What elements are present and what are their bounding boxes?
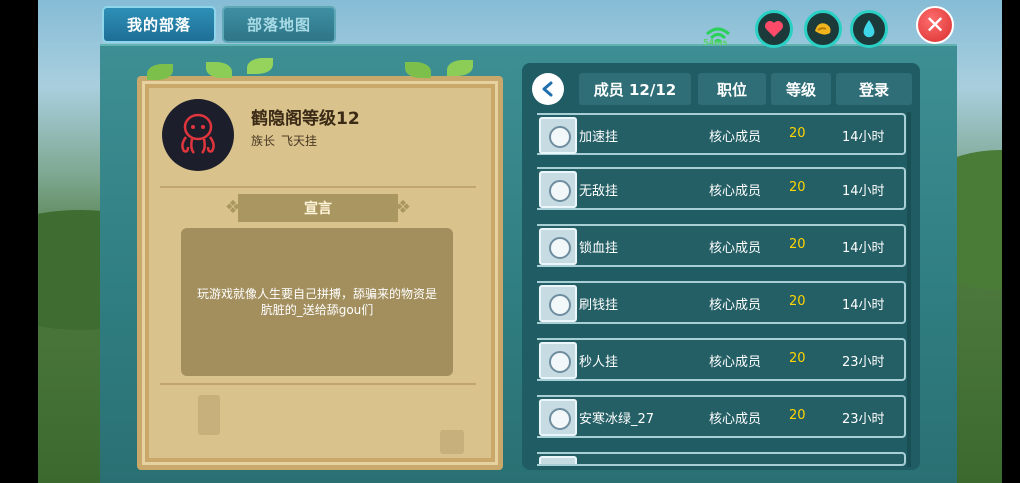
member-row[interactable]: 锁血挂 核心成员 20 14小时	[537, 224, 906, 267]
member-avatar	[539, 228, 577, 265]
member-avatar	[539, 399, 577, 436]
food-icon	[815, 23, 831, 35]
heart-icon	[765, 21, 783, 37]
member-row-partial[interactable]	[537, 452, 906, 466]
octopus-icon	[181, 113, 215, 154]
member-row[interactable]: 秒人挂 核心成员 20 23小时	[537, 338, 906, 381]
divider	[160, 186, 476, 188]
member-level: 20	[789, 237, 806, 252]
member-level: 20	[789, 408, 806, 423]
stone-decoration	[198, 395, 220, 435]
divider	[160, 383, 476, 385]
member-role: 核心成员	[709, 355, 762, 370]
member-role: 核心成员	[709, 412, 762, 427]
member-name: 安寒冰绿_27	[579, 412, 655, 427]
member-role: 核心成员	[709, 241, 762, 256]
member-name: 加速挂	[579, 130, 619, 145]
member-avatar	[539, 285, 577, 322]
tribe-leader: 族长 飞天挂	[251, 132, 323, 149]
member-login: 14小时	[842, 130, 885, 145]
member-avatar	[539, 171, 577, 208]
member-login: 14小时	[842, 241, 885, 256]
header-level[interactable]: 等级	[771, 73, 831, 105]
ornament-right: ❖	[394, 197, 412, 218]
member-name: 无敌挂	[579, 184, 619, 199]
declaration-text: 玩游戏就像人生要自己拼搏，舔骗来的物资是肮脏的_送给舔gou们	[196, 287, 437, 317]
member-role: 核心成员	[709, 184, 762, 199]
member-row[interactable]: 安寒冰绿_27 核心成员 20 23小时	[537, 395, 906, 438]
tribe-emblem	[162, 99, 234, 171]
member-list-scrollbar[interactable]	[907, 112, 911, 467]
member-level: 20	[789, 351, 806, 366]
member-level: 20	[789, 180, 806, 195]
member-name: 锁血挂	[579, 241, 619, 256]
member-name: 秒人挂	[579, 355, 619, 370]
member-avatar	[539, 117, 577, 154]
close-icon: ✕	[924, 11, 946, 39]
member-row[interactable]: 无敌挂 核心成员 20 14小时	[537, 167, 906, 210]
declaration-title: 宣言	[238, 194, 398, 222]
member-row[interactable]: 加速挂 核心成员 20 14小时	[537, 113, 906, 155]
header-role[interactable]: 职位	[698, 73, 766, 105]
member-login: 23小时	[842, 355, 885, 370]
chevron-left-icon	[542, 81, 553, 97]
hunger-orb	[804, 10, 842, 48]
member-login: 14小时	[842, 298, 885, 313]
close-button[interactable]: ✕	[916, 6, 954, 44]
member-avatar	[539, 456, 577, 464]
tribe-name-level: 鹤隐阁等级12	[251, 109, 360, 129]
member-role: 核心成员	[709, 130, 762, 145]
back-button[interactable]	[532, 73, 564, 105]
member-role: 核心成员	[709, 298, 762, 313]
member-login: 14小时	[842, 184, 885, 199]
water-orb	[850, 10, 888, 48]
tab-my-tribe[interactable]: 我的部落	[102, 6, 216, 43]
tab-tribe-map[interactable]: 部落地图	[222, 6, 336, 43]
stone-decoration	[440, 430, 464, 454]
ping-label: 54ms	[703, 38, 728, 47]
member-login: 23小时	[842, 412, 885, 427]
health-orb	[755, 10, 793, 48]
water-drop-icon	[863, 20, 875, 38]
leader-title: 族长	[251, 134, 276, 148]
header-member-count[interactable]: 成员 12/12	[579, 73, 691, 105]
member-avatar	[539, 342, 577, 379]
member-level: 20	[789, 126, 806, 141]
declaration-box: 玩游戏就像人生要自己拼搏，舔骗来的物资是肮脏的_送给舔gou们	[181, 228, 453, 376]
member-name: 刷钱挂	[579, 298, 619, 313]
member-row[interactable]: 刷钱挂 核心成员 20 14小时	[537, 281, 906, 324]
leader-name: 飞天挂	[281, 134, 318, 148]
member-level: 20	[789, 294, 806, 309]
header-login[interactable]: 登录	[836, 73, 912, 105]
